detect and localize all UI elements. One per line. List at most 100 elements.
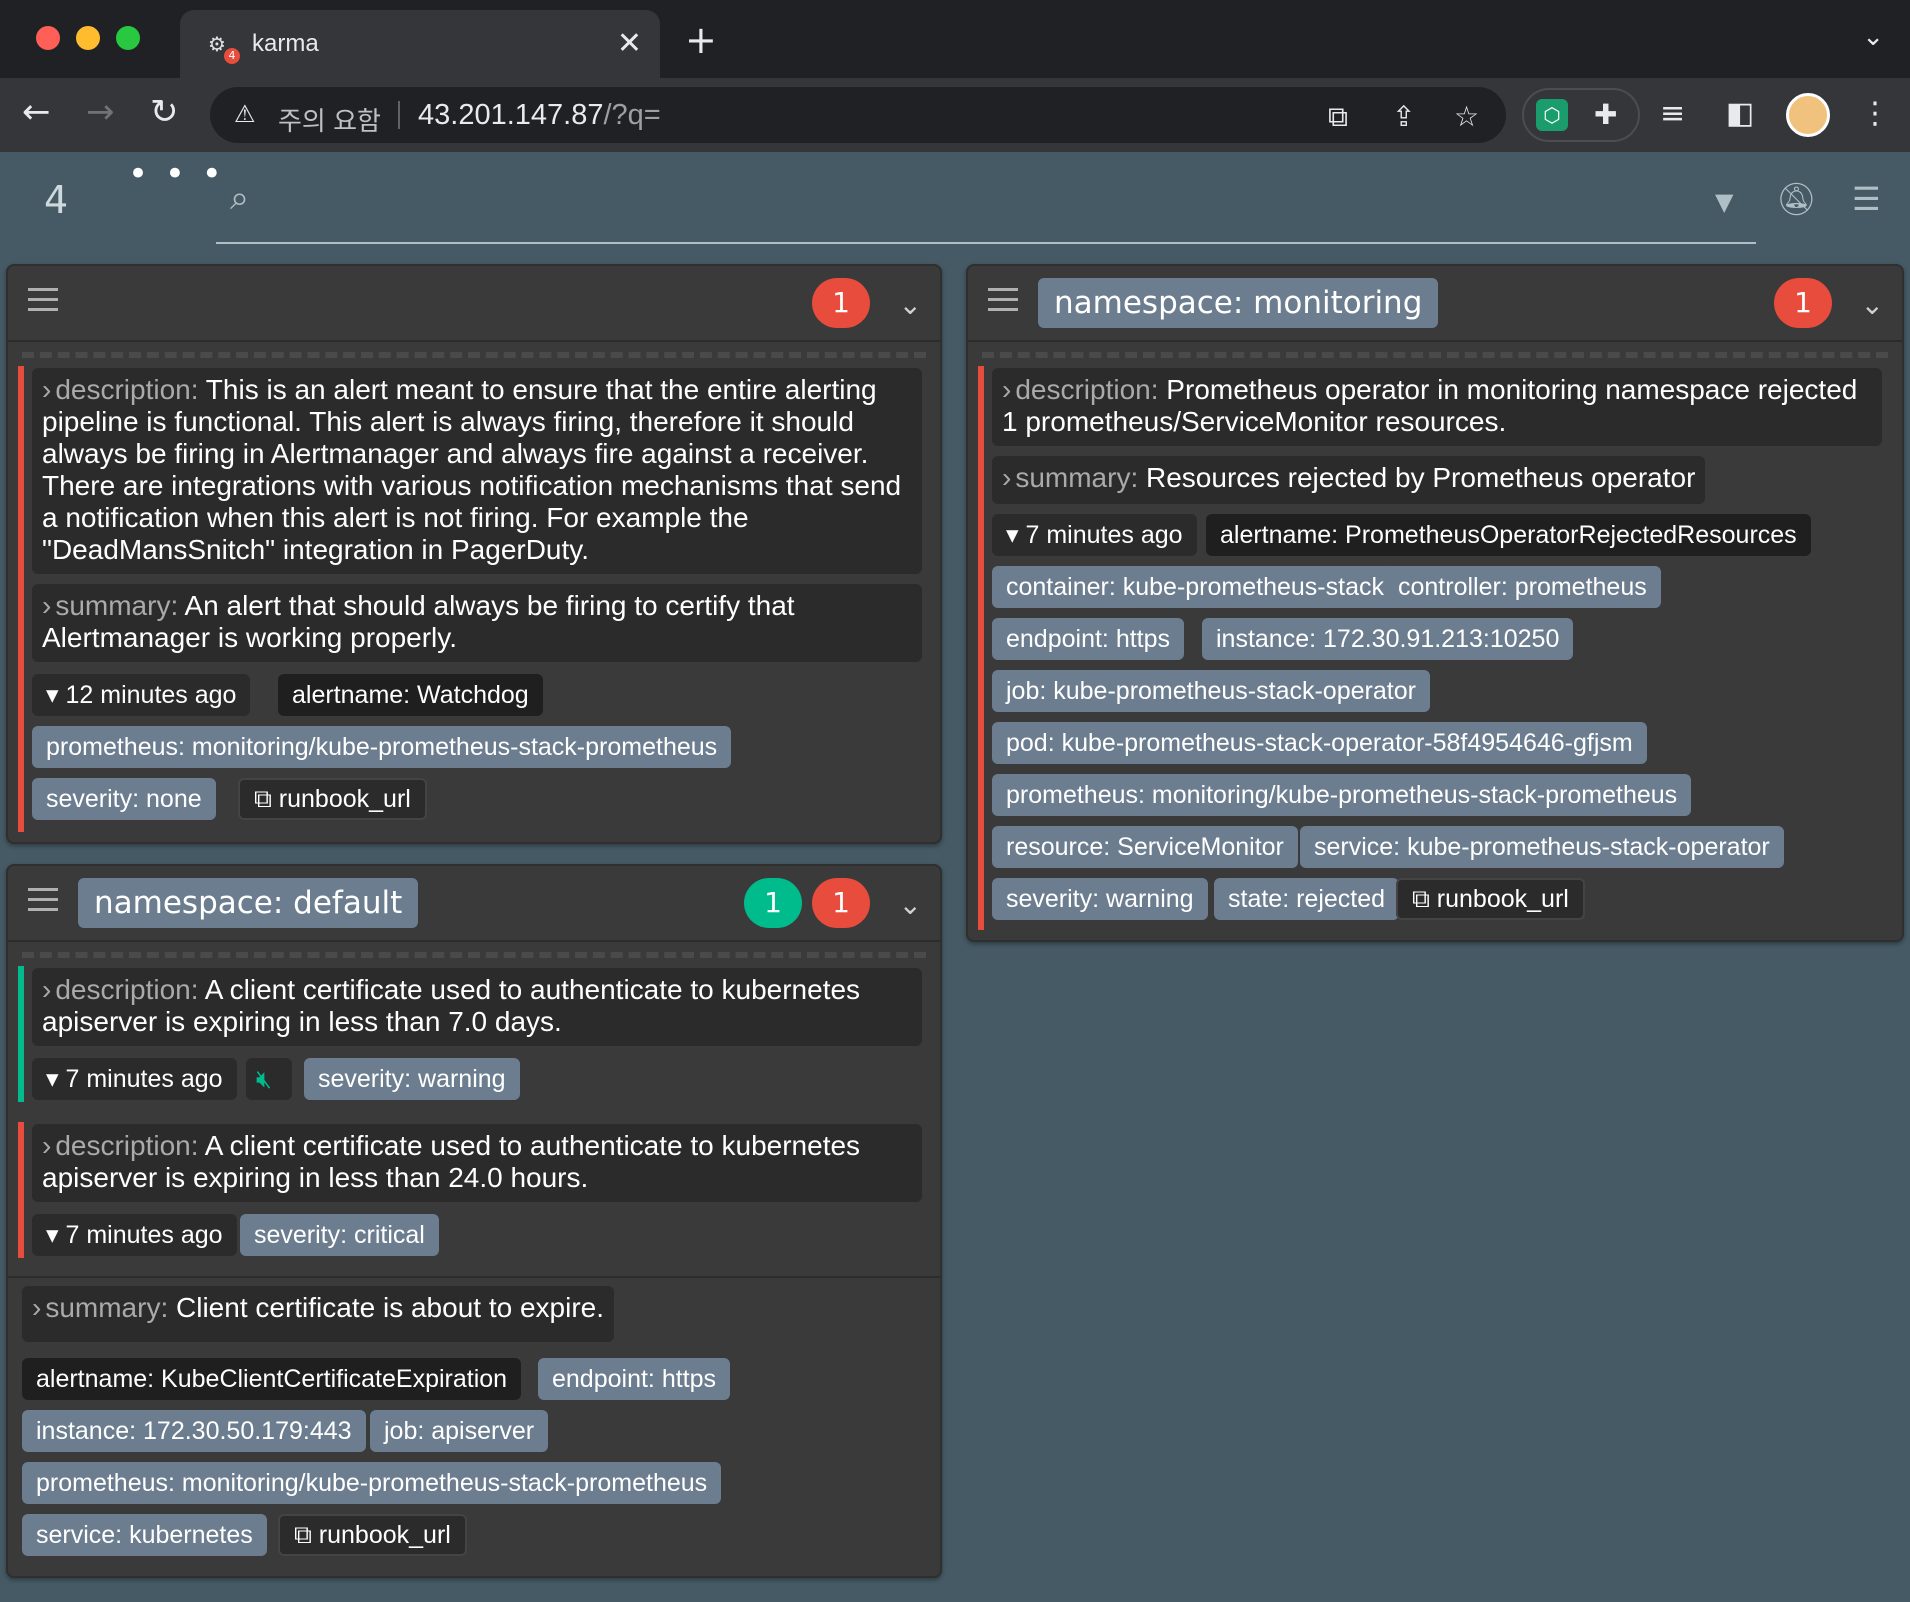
alert-item: › description: A client certificate used …: [18, 966, 924, 1102]
settings-sliders-icon[interactable]: ☰: [1852, 180, 1881, 218]
annotation-description[interactable]: › description: This is an alert meant to …: [32, 368, 922, 574]
address-bar[interactable]: ⚠ 주의 요함 43.201.147.87/?q= ⧉ ⇪ ☆: [210, 87, 1506, 143]
bookmark-star-icon[interactable]: ☆: [1454, 100, 1479, 133]
warning-triangle-icon[interactable]: ⚠: [234, 100, 256, 128]
expand-chevron-icon: ›: [42, 374, 52, 405]
label-controller[interactable]: controller: prometheus: [1384, 566, 1661, 608]
external-link-icon: ⧉: [294, 1521, 319, 1549]
side-panel-icon[interactable]: ◧: [1726, 96, 1754, 131]
group-menu-icon[interactable]: [988, 288, 1018, 311]
caret-down-icon: ▾: [46, 1221, 66, 1249]
label-service[interactable]: service: kube-prometheus-stack-operator: [1300, 826, 1784, 868]
runbook-link[interactable]: ⧉ runbook_url: [278, 1514, 467, 1556]
maximize-window-button[interactable]: [116, 26, 140, 50]
label-severity[interactable]: severity: none: [32, 778, 216, 820]
label-state[interactable]: state: rejected: [1214, 878, 1400, 920]
runbook-link[interactable]: ⧉ runbook_url: [1396, 878, 1585, 920]
annotation-summary[interactable]: › summary: Resources rejected by Promethe…: [992, 456, 1706, 504]
annotation-description[interactable]: › description: Prometheus operator in mon…: [992, 368, 1882, 446]
expand-chevron-icon: ›: [1002, 374, 1012, 405]
alert-time-menu[interactable]: ▾ 7 minutes ago: [992, 514, 1197, 556]
extensions-puzzle-icon[interactable]: ✚: [1594, 98, 1617, 131]
label-service[interactable]: service: kubernetes: [22, 1514, 267, 1556]
new-tab-icon[interactable]: +: [685, 18, 717, 62]
label-alertname[interactable]: alertname: Watchdog: [278, 674, 543, 716]
group-footer: › summary: Client certificate is about to…: [8, 1276, 940, 1576]
label-severity[interactable]: severity: warning: [304, 1058, 520, 1100]
muted-speaker-icon[interactable]: 🔇︎: [246, 1058, 292, 1100]
main-menu-dots-icon[interactable]: • • •: [128, 154, 225, 194]
label-severity[interactable]: severity: warning: [992, 878, 1208, 920]
label-endpoint[interactable]: endpoint: https: [992, 618, 1185, 660]
collapse-chevron-icon[interactable]: ⌄: [899, 288, 922, 321]
back-arrow-icon[interactable]: ←: [22, 92, 51, 132]
url-text[interactable]: 43.201.147.87/?q=: [418, 99, 661, 132]
group-menu-icon[interactable]: [28, 288, 58, 311]
external-link-icon: ⧉: [1412, 885, 1437, 913]
namespace-label[interactable]: namespace: monitoring: [1038, 278, 1439, 328]
alert-time-menu[interactable]: ▾ 7 minutes ago: [32, 1058, 237, 1100]
label-alertname[interactable]: alertname: KubeClientCertificateExpirati…: [22, 1358, 522, 1400]
expand-chevron-icon: ›: [42, 1130, 52, 1161]
filter-history-caret-icon[interactable]: ▼: [1715, 188, 1733, 216]
annotation-summary[interactable]: › summary: An alert that should always be…: [32, 584, 922, 662]
reload-icon[interactable]: ↻: [150, 92, 179, 132]
group-divider: [982, 352, 1888, 358]
label-job[interactable]: job: kube-prometheus-stack-operator: [992, 670, 1430, 712]
omnibox-divider: [398, 101, 400, 129]
minimize-window-button[interactable]: [76, 26, 100, 50]
label-endpoint[interactable]: endpoint: https: [538, 1358, 731, 1400]
collapse-chevron-icon[interactable]: ⌄: [899, 888, 922, 921]
group-divider: [22, 352, 926, 358]
tab-search-chevron-icon[interactable]: ⌄: [1862, 22, 1884, 52]
tab-title: karma: [252, 30, 319, 57]
group-divider: [22, 952, 926, 958]
annotation-description[interactable]: › description: A client certificate used …: [32, 1124, 922, 1202]
filter-search-input[interactable]: [216, 172, 1756, 244]
karma-favicon-icon: ⚙ 4: [208, 32, 240, 64]
group-header: namespace: default 1 1 ⌄: [8, 866, 940, 942]
label-job[interactable]: job: apiserver: [370, 1410, 549, 1452]
group-header: 1 ⌄: [8, 266, 940, 342]
label-resource[interactable]: resource: ServiceMonitor: [992, 826, 1298, 868]
expand-chevron-icon: ›: [42, 590, 52, 621]
alert-item: › description: This is an alert meant to …: [18, 366, 924, 832]
profile-avatar[interactable]: [1786, 93, 1830, 137]
security-warning-text[interactable]: 주의 요함: [278, 101, 381, 138]
label-prometheus[interactable]: prometheus: monitoring/kube-prometheus-s…: [992, 774, 1692, 816]
favicon-badge: 4: [224, 48, 240, 64]
silence-bell-icon[interactable]: 🔕︎: [1776, 180, 1817, 218]
group-menu-icon[interactable]: [28, 888, 58, 911]
label-alertname[interactable]: alertname: PrometheusOperatorRejectedRes…: [1206, 514, 1811, 556]
shared-annotation-summary[interactable]: › summary: Client certificate is about to…: [22, 1286, 614, 1342]
label-prometheus[interactable]: prometheus: monitoring/kube-prometheus-s…: [22, 1462, 722, 1504]
annotation-description[interactable]: › description: A client certificate used …: [32, 968, 922, 1046]
alert-group-default: namespace: default 1 1 ⌄ › description: A…: [6, 864, 942, 1578]
share-icon[interactable]: ⇪: [1392, 100, 1415, 133]
media-queue-icon[interactable]: ≡: [1660, 96, 1685, 131]
namespace-label[interactable]: namespace: default: [78, 878, 419, 928]
browser-tab[interactable]: ⚙ 4 karma ✕: [180, 10, 660, 78]
label-prometheus[interactable]: prometheus: monitoring/kube-prometheus-s…: [32, 726, 732, 768]
extension-hexagon-icon[interactable]: ⬡: [1536, 99, 1568, 131]
label-severity[interactable]: severity: critical: [240, 1214, 439, 1256]
label-container[interactable]: container: kube-prometheus-stack: [992, 566, 1398, 608]
alert-time-menu[interactable]: ▾ 12 minutes ago: [32, 674, 251, 716]
karma-navbar: 4 • • • ⌕ ▼ 🔕︎ ☰: [0, 152, 1910, 252]
caret-down-icon: ▾: [46, 681, 66, 709]
collapse-chevron-icon[interactable]: ⌄: [1861, 288, 1884, 321]
more-vertical-icon[interactable]: ⋮: [1860, 96, 1890, 131]
label-instance[interactable]: instance: 172.30.50.179:443: [22, 1410, 366, 1452]
alert-time-menu[interactable]: ▾ 7 minutes ago: [32, 1214, 237, 1256]
alert-group-monitoring: namespace: monitoring 1 ⌄ › description: …: [966, 264, 1904, 942]
search-icon: ⌕: [230, 178, 250, 218]
close-window-button[interactable]: [36, 26, 60, 50]
label-pod[interactable]: pod: kube-prometheus-stack-operator-58f4…: [992, 722, 1647, 764]
label-instance[interactable]: instance: 172.30.91.213:10250: [1202, 618, 1574, 660]
alert-count: 4: [44, 178, 69, 222]
runbook-link[interactable]: ⧉ runbook_url: [238, 778, 427, 820]
forward-arrow-icon[interactable]: →: [86, 92, 115, 132]
tab-close-icon[interactable]: ✕: [617, 26, 642, 61]
browser-toolbar: ← → ↻ ⚠ 주의 요함 43.201.147.87/?q= ⧉ ⇪ ☆ ⬡ …: [0, 78, 1910, 152]
translate-icon[interactable]: ⧉: [1328, 100, 1348, 134]
